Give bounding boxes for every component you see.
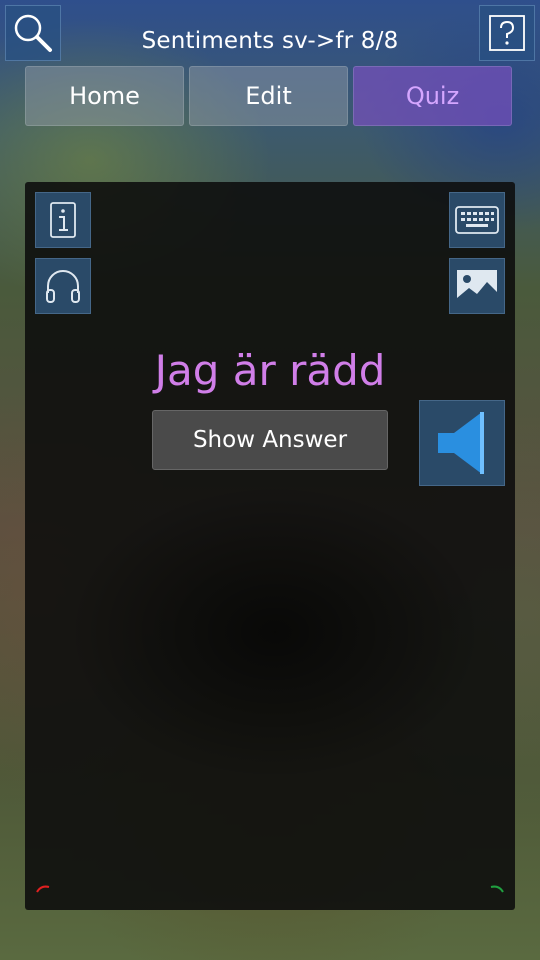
page-title: Sentiments sv->fr 8/8 — [141, 28, 399, 54]
search-button[interactable] — [5, 5, 61, 61]
help-button[interactable] — [479, 5, 535, 61]
keyboard-button[interactable] — [449, 192, 505, 248]
search-icon — [14, 14, 52, 52]
keyboard-icon — [455, 206, 499, 234]
tab-edit[interactable]: Edit — [189, 66, 348, 126]
show-answer-button[interactable]: Show Answer — [152, 410, 388, 470]
wrong-counter-icon — [36, 885, 50, 893]
info-button[interactable] — [35, 192, 91, 248]
headphones-icon — [46, 270, 80, 303]
correct-counter-icon — [490, 885, 504, 893]
card-background — [65, 482, 485, 782]
tab-quiz[interactable]: Quiz — [353, 66, 512, 126]
play-audio-button[interactable] — [419, 400, 505, 486]
quiz-card: Jag är rädd Show Answer — [25, 182, 515, 910]
image-button[interactable] — [449, 258, 505, 314]
info-icon — [50, 202, 76, 238]
speaker-icon — [438, 412, 484, 474]
image-icon — [457, 270, 497, 302]
question-text: Jag är rädd — [154, 346, 386, 395]
listen-button[interactable] — [35, 258, 91, 314]
question-mark-icon — [489, 15, 525, 51]
tab-home[interactable]: Home — [25, 66, 184, 126]
